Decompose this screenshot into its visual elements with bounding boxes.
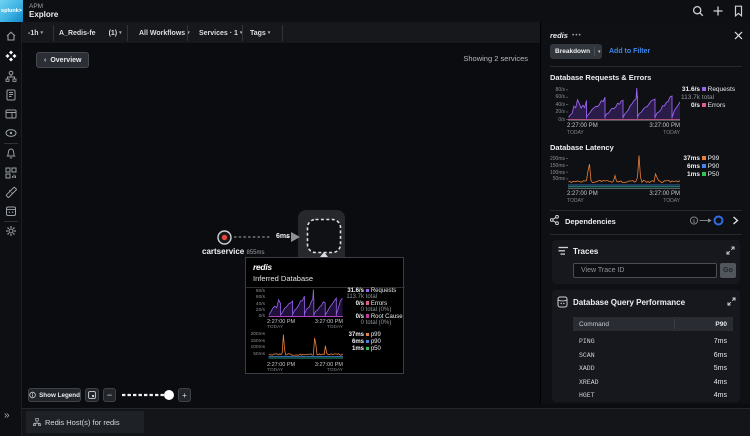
svg-text:1: 1 [693,218,696,224]
